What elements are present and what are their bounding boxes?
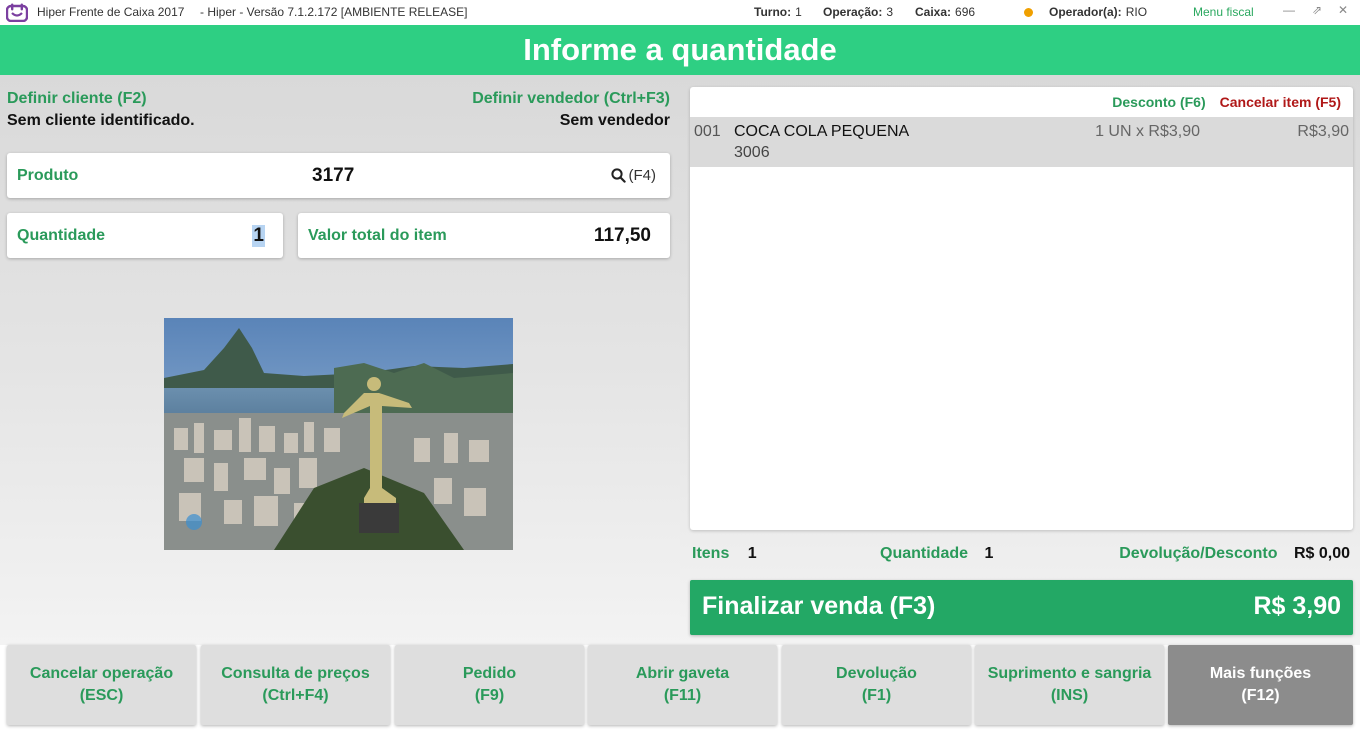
button-label: Devolução — [836, 665, 917, 682]
supply-withdrawal-button[interactable]: Suprimento e sangria (INS) — [975, 645, 1164, 725]
turno-info: Turno: 1 — [754, 5, 802, 19]
button-shortcut: (F12) — [1241, 687, 1280, 704]
hiper-logo-icon — [6, 3, 28, 22]
sale-total: R$ 3,90 — [1253, 592, 1341, 620]
product-field[interactable]: Produto 3177 (F4) — [7, 153, 670, 198]
operador-info: Operador(a): RIO — [1049, 5, 1147, 19]
button-label: Pedido — [462, 665, 517, 682]
button-label: Abrir gaveta — [635, 665, 730, 682]
list-item[interactable]: 001 COCA COLA PEQUENA 3006 1 UN x R$3,90… — [690, 117, 1353, 167]
button-label: Mais funções — [1209, 665, 1312, 682]
button-shortcut: (F1) — [861, 687, 892, 704]
item-total: R$3,90 — [1297, 123, 1349, 140]
product-input[interactable]: 3177 — [312, 165, 354, 187]
cancel-operation-button[interactable]: Cancelar operação (ESC) — [7, 645, 196, 725]
caixa-info: Caixa: 696 — [915, 5, 975, 19]
define-seller-link[interactable]: Definir vendedor (Ctrl+F3) — [472, 90, 670, 108]
refund-value: R$ 0,00 — [1293, 545, 1350, 562]
quantity-total-label: Quantidade — [880, 545, 969, 562]
operador-value: RIO — [1125, 5, 1148, 19]
item-total-field: Valor total do item 117,50 — [298, 213, 670, 258]
turno-label: Turno: — [754, 5, 792, 19]
button-shortcut: (F11) — [663, 687, 702, 704]
product-image — [164, 318, 513, 550]
button-label: Suprimento e sangria — [987, 665, 1152, 682]
items-count-value: 1 — [747, 545, 757, 562]
summary-quantity: Quantidade 1 — [880, 545, 993, 563]
app-title: Hiper Frente de Caixa 2017 — [37, 5, 185, 19]
minimize-button[interactable]: — — [1281, 3, 1297, 17]
button-shortcut: (ESC) — [79, 687, 124, 704]
popout-button[interactable]: ⇗ — [1309, 3, 1325, 17]
caixa-label: Caixa: — [915, 5, 952, 19]
more-functions-button[interactable]: Mais funções (F12) — [1168, 645, 1353, 725]
app-version: - Hiper - Versão 7.1.2.172 [AMBIENTE REL… — [200, 5, 468, 19]
operador-label: Operador(a): — [1049, 5, 1122, 19]
close-button[interactable]: ✕ — [1335, 3, 1351, 17]
items-list: Desconto (F6) Cancelar item (F5) 001 COC… — [690, 87, 1353, 530]
item-total-value: 117,50 — [593, 225, 651, 246]
menu-fiscal-link[interactable]: Menu fiscal — [1193, 5, 1254, 19]
prompt-banner: Informe a quantidade — [0, 25, 1360, 75]
quantity-label: Quantidade — [17, 227, 106, 244]
operacao-info: Operação: 3 — [823, 5, 893, 19]
product-label: Produto — [17, 167, 79, 184]
item-code: 3006 — [734, 144, 770, 161]
open-drawer-button[interactable]: Abrir gaveta (F11) — [588, 645, 777, 725]
button-shortcut: (F9) — [474, 687, 505, 704]
product-search-button[interactable]: (F4) — [610, 167, 657, 184]
button-shortcut: (Ctrl+F4) — [262, 687, 329, 704]
item-number: 001 — [694, 123, 721, 140]
quantity-input[interactable]: 1 — [252, 225, 265, 247]
quantity-total-value: 1 — [984, 545, 994, 562]
item-qty-price: 1 UN x R$3,90 — [1095, 123, 1200, 140]
summary-items: Itens 1 — [692, 545, 757, 563]
item-total-label: Valor total do item — [308, 227, 447, 244]
button-shortcut: (INS) — [1050, 687, 1089, 704]
status-dot-icon — [1024, 8, 1033, 17]
operacao-label: Operação: — [823, 5, 883, 19]
refund-button[interactable]: Devolução (F1) — [782, 645, 971, 725]
items-count-label: Itens — [692, 545, 730, 562]
customer-status: Sem cliente identificado. — [7, 112, 195, 129]
title-bar: Hiper Frente de Caixa 2017 - Hiper - Ver… — [0, 0, 1360, 25]
caixa-value: 696 — [955, 5, 976, 19]
item-name: COCA COLA PEQUENA — [734, 123, 910, 140]
cancel-item-button[interactable]: Cancelar item (F5) — [1220, 94, 1341, 110]
seller-status: Sem vendedor — [559, 112, 670, 129]
operacao-value: 3 — [886, 5, 894, 19]
define-customer-link[interactable]: Definir cliente (F2) — [7, 90, 147, 108]
refund-label: Devolução/Desconto — [1119, 545, 1278, 562]
turno-value: 1 — [795, 5, 802, 19]
finalize-label: Finalizar venda (F3) — [702, 592, 936, 620]
summary-refund: Devolução/Desconto R$ 0,00 — [1119, 545, 1350, 563]
list-actions: Desconto (F6) Cancelar item (F5) — [1112, 94, 1341, 110]
discount-button[interactable]: Desconto (F6) — [1112, 94, 1205, 110]
quantity-field[interactable]: Quantidade 1 — [7, 213, 283, 258]
order-button[interactable]: Pedido (F9) — [395, 645, 584, 725]
button-label: Cancelar operação — [29, 665, 174, 682]
search-shortcut: (F4) — [628, 167, 657, 184]
finalize-sale-button[interactable]: Finalizar venda (F3) R$ 3,90 — [690, 580, 1353, 635]
button-label: Consulta de preços — [221, 665, 370, 682]
price-lookup-button[interactable]: Consulta de preços (Ctrl+F4) — [201, 645, 390, 725]
search-icon — [610, 168, 626, 183]
